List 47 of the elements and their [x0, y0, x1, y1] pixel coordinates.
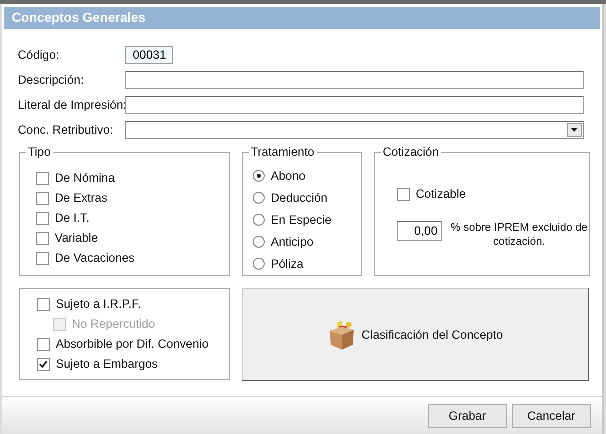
- checkbox-label: Absorbible por Dif. Convenio: [56, 336, 209, 353]
- radio-label: Anticipo: [271, 234, 314, 251]
- checkbox-label: Sujeto a I.R.P.F.: [56, 296, 142, 313]
- checkbox-label: No Repercutido: [72, 316, 156, 333]
- checkbox-label: De Vacaciones: [55, 250, 135, 267]
- checkbox[interactable]: [36, 232, 49, 244]
- group-title: Tipo: [26, 145, 53, 159]
- checkbox[interactable]: [37, 338, 50, 350]
- dialog-button[interactable]: Grabar: [428, 404, 507, 428]
- radio-label: Abono: [271, 168, 306, 185]
- field-label: Conc. Retributivo:: [18, 122, 114, 139]
- box-icon: [328, 318, 356, 350]
- classify-button[interactable]: Clasificación del Concepto: [242, 288, 589, 381]
- window-title: Conceptos Generales: [4, 7, 600, 29]
- input-field[interactable]: [125, 71, 584, 89]
- checkbox-label: De Nómina: [55, 170, 116, 187]
- radio-button[interactable]: [253, 170, 265, 182]
- checkbox-label: De Extras: [55, 190, 108, 207]
- dropdown[interactable]: [125, 121, 584, 139]
- checkbox[interactable]: [37, 298, 50, 310]
- input-field[interactable]: [125, 96, 584, 114]
- checkbox[interactable]: [36, 212, 49, 224]
- percent-field[interactable]: 0,00: [397, 221, 442, 241]
- group-title: Tratamiento: [249, 145, 317, 159]
- radio-button[interactable]: [253, 192, 265, 204]
- radio-label: Deducción: [271, 190, 328, 207]
- code-field[interactable]: 00031: [125, 46, 173, 64]
- radio-button[interactable]: [253, 258, 265, 270]
- checkbox-label: Cotizable: [416, 186, 466, 203]
- radio-label: Póliza: [271, 256, 304, 273]
- radio-label: En Especie: [271, 212, 332, 229]
- checkbox[interactable]: [36, 252, 49, 264]
- percent-label: % sobre IPREM excluido de cotización.: [450, 221, 589, 249]
- checkbox[interactable]: [36, 172, 49, 184]
- field-label: Literal de Impresión:: [18, 97, 125, 114]
- group-title: Cotización: [381, 145, 442, 159]
- checkbox[interactable]: [397, 188, 410, 200]
- dialog-button[interactable]: Cancelar: [512, 404, 591, 428]
- field-label: Código:: [18, 47, 60, 64]
- radio-button[interactable]: [253, 214, 265, 226]
- checkbox-label: De I.T.: [55, 210, 90, 227]
- checkbox-label: Variable: [55, 230, 98, 247]
- radio-button[interactable]: [253, 236, 265, 248]
- checkbox[interactable]: [36, 192, 49, 204]
- field-label: Descripción:: [18, 72, 86, 89]
- checkbox-label: Sujeto a Embargos: [56, 356, 158, 373]
- checkbox[interactable]: [37, 358, 50, 370]
